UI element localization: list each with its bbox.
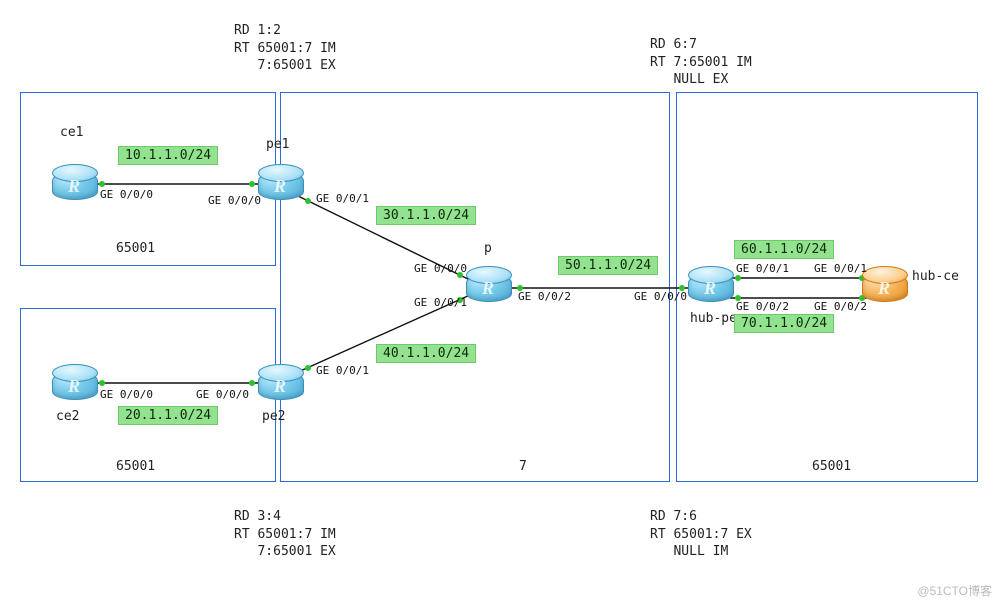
as-label-hub: 65001	[812, 458, 851, 476]
label-p: p	[484, 240, 492, 258]
intf-hubpe-g001: GE 0/0/1	[736, 262, 789, 275]
intf-p-g000: GE 0/0/0	[414, 262, 467, 275]
router-ce2[interactable]: R	[52, 362, 96, 406]
intf-ce2-g000: GE 0/0/0	[100, 388, 153, 401]
label-hubce: hub-ce	[912, 268, 959, 286]
intf-ce1-g000: GE 0/0/0	[100, 188, 153, 201]
cfg-bottom-left: RD 3:4 RT 65001:7 IM 7:65001 EX	[234, 508, 336, 561]
label-ce1: ce1	[60, 124, 83, 142]
intf-pe1-g000: GE 0/0/0	[208, 194, 261, 207]
subnet-40: 40.1.1.0/24	[376, 344, 476, 363]
subnet-10: 10.1.1.0/24	[118, 146, 218, 165]
label-pe1: pe1	[266, 136, 289, 154]
intf-pe2-g000: GE 0/0/0	[196, 388, 249, 401]
intf-hubpe-g002: GE 0/0/2	[736, 300, 789, 313]
intf-hubce-g002: GE 0/0/2	[814, 300, 867, 313]
subnet-30: 30.1.1.0/24	[376, 206, 476, 225]
as-label-ce1: 65001	[116, 240, 155, 258]
intf-p-g002: GE 0/0/2	[518, 290, 571, 303]
intf-hubpe-g000: GE 0/0/0	[634, 290, 687, 303]
cfg-top-left: RD 1:2 RT 65001:7 IM 7:65001 EX	[234, 22, 336, 75]
router-pe1[interactable]: R	[258, 162, 302, 206]
subnet-50: 50.1.1.0/24	[558, 256, 658, 275]
watermark: @51CTO博客	[917, 582, 992, 599]
cfg-bottom-right: RD 7:6 RT 65001:7 EX NULL IM	[650, 508, 752, 561]
router-hubpe[interactable]: R	[688, 264, 732, 308]
intf-hubce-g001: GE 0/0/1	[814, 262, 867, 275]
cfg-top-right: RD 6:7 RT 7:65001 IM NULL EX	[650, 36, 752, 89]
label-ce2: ce2	[56, 408, 79, 426]
intf-pe1-g001: GE 0/0/1	[316, 192, 369, 205]
router-p[interactable]: R	[466, 264, 510, 308]
subnet-70: 70.1.1.0/24	[734, 314, 834, 333]
router-ce1[interactable]: R	[52, 162, 96, 206]
intf-pe2-g001: GE 0/0/1	[316, 364, 369, 377]
router-hubce[interactable]: R	[862, 264, 906, 308]
subnet-20: 20.1.1.0/24	[118, 406, 218, 425]
label-hubpe: hub-pe	[690, 310, 737, 328]
router-pe2[interactable]: R	[258, 362, 302, 406]
intf-p-g001: GE 0/0/1	[414, 296, 467, 309]
as-label-ce2: 65001	[116, 458, 155, 476]
label-pe2: pe2	[262, 408, 285, 426]
as-label-core: 7	[519, 458, 527, 476]
subnet-60: 60.1.1.0/24	[734, 240, 834, 259]
